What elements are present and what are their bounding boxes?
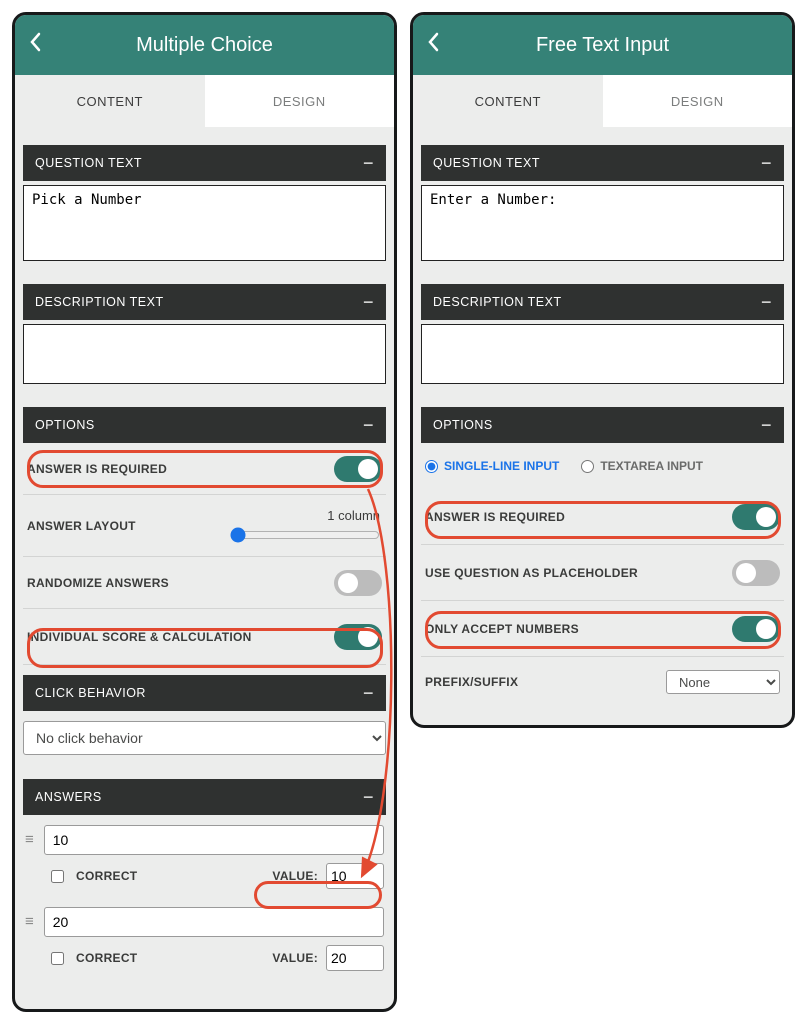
label-answer-layout: ANSWER LAYOUT xyxy=(27,519,136,533)
section-options: OPTIONS − xyxy=(421,407,784,443)
tab-content[interactable]: CONTENT xyxy=(15,75,205,127)
section-label: ANSWERS xyxy=(35,790,102,804)
section-question-text: QUESTION TEXT − xyxy=(23,145,386,181)
row-only-numbers: ONLY ACCEPT NUMBERS xyxy=(421,601,784,657)
section-description-text: DESCRIPTION TEXT − xyxy=(421,284,784,320)
section-options: OPTIONS − xyxy=(23,407,386,443)
description-text-input[interactable] xyxy=(421,324,784,384)
chevron-left-icon xyxy=(427,32,439,52)
collapse-icon[interactable]: − xyxy=(761,415,772,436)
value-input[interactable] xyxy=(326,863,384,889)
collapse-icon[interactable]: − xyxy=(761,153,772,174)
titlebar: Free Text Input xyxy=(413,15,792,75)
radio-single-line[interactable]: SINGLE-LINE INPUT xyxy=(425,459,559,473)
toggle-randomize[interactable] xyxy=(334,570,382,596)
label-correct: CORRECT xyxy=(76,869,264,883)
back-button[interactable] xyxy=(427,32,439,58)
question-text-input[interactable] xyxy=(23,185,386,261)
section-click-behavior: CLICK BEHAVIOR − xyxy=(23,675,386,711)
tab-design[interactable]: DESIGN xyxy=(603,75,793,127)
row-answer-required: ANSWER IS REQUIRED xyxy=(421,489,784,545)
collapse-icon[interactable]: − xyxy=(363,415,374,436)
section-label: OPTIONS xyxy=(35,418,95,432)
panel-content: QUESTION TEXT − DESCRIPTION TEXT − OPTIO… xyxy=(413,145,792,715)
row-use-placeholder: USE QUESTION AS PLACEHOLDER xyxy=(421,545,784,601)
correct-checkbox[interactable] xyxy=(51,952,64,965)
correct-checkbox[interactable] xyxy=(51,870,64,883)
tabs: CONTENT DESIGN xyxy=(15,75,394,127)
section-question-text: QUESTION TEXT − xyxy=(421,145,784,181)
toggle-answer-required[interactable] xyxy=(732,504,780,530)
label-value: VALUE: xyxy=(272,869,318,883)
answer-row: ≡ CORRECT VALUE: xyxy=(23,897,386,979)
row-answer-layout: ANSWER LAYOUT 1 column xyxy=(23,495,386,557)
row-prefix-suffix: PREFIX/SUFFIX None xyxy=(421,657,784,707)
row-randomize: RANDOMIZE ANSWERS xyxy=(23,557,386,609)
description-text-input[interactable] xyxy=(23,324,386,384)
answer-text-input[interactable] xyxy=(44,825,384,855)
label-answer-required: ANSWER IS REQUIRED xyxy=(425,510,565,524)
select-click-behavior[interactable]: No click behavior xyxy=(23,721,386,755)
row-answer-required: ANSWER IS REQUIRED xyxy=(23,443,386,495)
toggle-use-placeholder[interactable] xyxy=(732,560,780,586)
section-description-text: DESCRIPTION TEXT − xyxy=(23,284,386,320)
answer-row: ≡ CORRECT VALUE: xyxy=(23,815,386,897)
tabs: CONTENT DESIGN xyxy=(413,75,792,127)
section-label: OPTIONS xyxy=(433,418,493,432)
back-button[interactable] xyxy=(29,32,41,58)
label-answer-required: ANSWER IS REQUIRED xyxy=(27,462,167,476)
panel-title: Multiple Choice xyxy=(15,34,394,57)
collapse-icon[interactable]: − xyxy=(363,683,374,704)
label-prefix-suffix: PREFIX/SUFFIX xyxy=(425,675,518,689)
collapse-icon[interactable]: − xyxy=(363,153,374,174)
section-label: CLICK BEHAVIOR xyxy=(35,686,146,700)
drag-handle-icon[interactable]: ≡ xyxy=(25,836,34,844)
collapse-icon[interactable]: − xyxy=(363,292,374,313)
section-label: DESCRIPTION TEXT xyxy=(433,295,562,309)
label-only-numbers: ONLY ACCEPT NUMBERS xyxy=(425,622,579,636)
answer-text-input[interactable] xyxy=(44,907,384,937)
label-correct: CORRECT xyxy=(76,951,264,965)
slider-value: 1 column xyxy=(327,508,380,523)
toggle-answer-required[interactable] xyxy=(334,456,382,482)
label-individual-score: INDIVIDUAL SCORE & CALCULATION xyxy=(27,630,252,644)
panel-content: QUESTION TEXT − DESCRIPTION TEXT − OPTIO… xyxy=(15,145,394,987)
section-label: QUESTION TEXT xyxy=(35,156,142,170)
section-label: QUESTION TEXT xyxy=(433,156,540,170)
panel-free-text: Free Text Input CONTENT DESIGN QUESTION … xyxy=(410,12,795,728)
question-text-input[interactable] xyxy=(421,185,784,261)
section-answers: ANSWERS − xyxy=(23,779,386,815)
label-value: VALUE: xyxy=(272,951,318,965)
value-input[interactable] xyxy=(326,945,384,971)
section-label: DESCRIPTION TEXT xyxy=(35,295,164,309)
chevron-left-icon xyxy=(29,32,41,52)
collapse-icon[interactable]: − xyxy=(761,292,772,313)
drag-handle-icon[interactable]: ≡ xyxy=(25,918,34,926)
panel-multiple-choice: Multiple Choice CONTENT DESIGN QUESTION … xyxy=(12,12,397,1012)
tab-content[interactable]: CONTENT xyxy=(413,75,603,127)
collapse-icon[interactable]: − xyxy=(363,787,374,808)
panel-title: Free Text Input xyxy=(413,34,792,57)
slider-answer-layout[interactable] xyxy=(230,527,380,543)
toggle-only-numbers[interactable] xyxy=(732,616,780,642)
tab-design[interactable]: DESIGN xyxy=(205,75,395,127)
select-prefix-suffix[interactable]: None xyxy=(666,670,780,694)
row-individual-score: INDIVIDUAL SCORE & CALCULATION xyxy=(23,609,386,665)
radio-textarea[interactable]: TEXTAREA INPUT xyxy=(581,459,703,473)
label-randomize: RANDOMIZE ANSWERS xyxy=(27,576,169,590)
row-input-type: SINGLE-LINE INPUT TEXTAREA INPUT xyxy=(421,443,784,489)
toggle-individual-score[interactable] xyxy=(334,624,382,650)
titlebar: Multiple Choice xyxy=(15,15,394,75)
label-use-placeholder: USE QUESTION AS PLACEHOLDER xyxy=(425,566,638,580)
